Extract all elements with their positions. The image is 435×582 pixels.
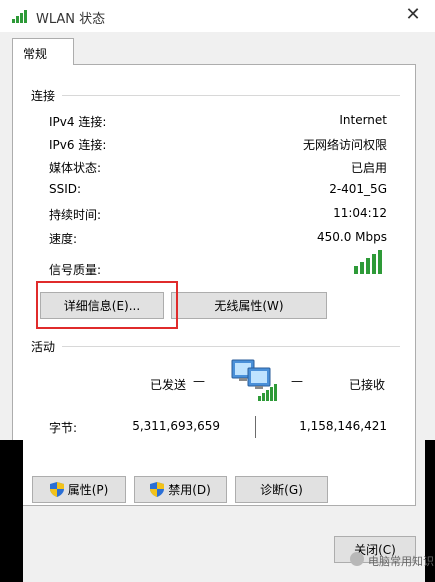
media-state-value: 已启用 [350,161,387,175]
window-title: WLAN 状态 [36,12,106,27]
received-label: 已接收 [349,378,386,392]
ipv6-label: IPv6 连接: [49,138,107,152]
sent-label: 已发送 [150,378,187,392]
bytes-sent-value: 5,311,693,659 [132,419,220,433]
duration-value: 11:04:12 [333,206,387,220]
network-computers-icon [231,359,277,401]
bytes-received-value: 1,158,146,421 [299,419,387,433]
activity-divider [62,346,400,347]
ipv4-label: IPv4 连接: [49,115,107,129]
highlight-box [36,281,178,329]
speed-label: 速度: [49,232,78,246]
signal-quality-label: 信号质量: [49,263,102,277]
tab-general-label: 常规 [23,47,48,61]
ipv4-value: Internet [339,113,387,127]
duration-label: 持续时间: [49,208,102,222]
left-background-band [0,440,23,582]
connection-section-label: 连接 [31,89,56,103]
bytes-separator [255,416,256,438]
received-dash: — [291,374,303,388]
title-bar: WLAN 状态 ✕ [0,0,435,32]
bytes-label: 字节: [49,421,78,435]
ssid-value: 2-401_5G [329,182,387,196]
connection-divider [62,95,400,96]
tab-general[interactable]: 常规 [12,38,74,65]
speed-value: 450.0 Mbps [316,230,387,244]
ssid-label: SSID: [49,182,82,196]
properties-button[interactable]: 属性(P) [32,476,126,503]
watermark-text: 电脑常用知识 [368,555,434,568]
watermark-icon [350,552,364,566]
disable-button[interactable]: 禁用(D) [134,476,227,503]
shield-icon [49,482,64,497]
sent-dash: — [193,374,205,388]
close-icon[interactable]: ✕ [402,4,424,26]
wlan-status-dialog: WLAN 状态 ✕ 常规 连接 IPv4 连接: Internet IPv6 连… [0,0,435,582]
disable-button-label: 禁用(D) [168,483,211,497]
diagnose-button[interactable]: 诊断(G) [235,476,328,503]
shield-icon [150,482,165,497]
signal-bars-icon [354,250,382,274]
wireless-properties-button[interactable]: 无线属性(W) [171,292,327,319]
properties-button-label: 属性(P) [67,483,109,497]
activity-section-label: 活动 [31,340,56,354]
wifi-signal-icon [12,10,27,23]
media-state-label: 媒体状态: [49,161,102,175]
ipv6-value: 无网络访问权限 [302,138,387,152]
